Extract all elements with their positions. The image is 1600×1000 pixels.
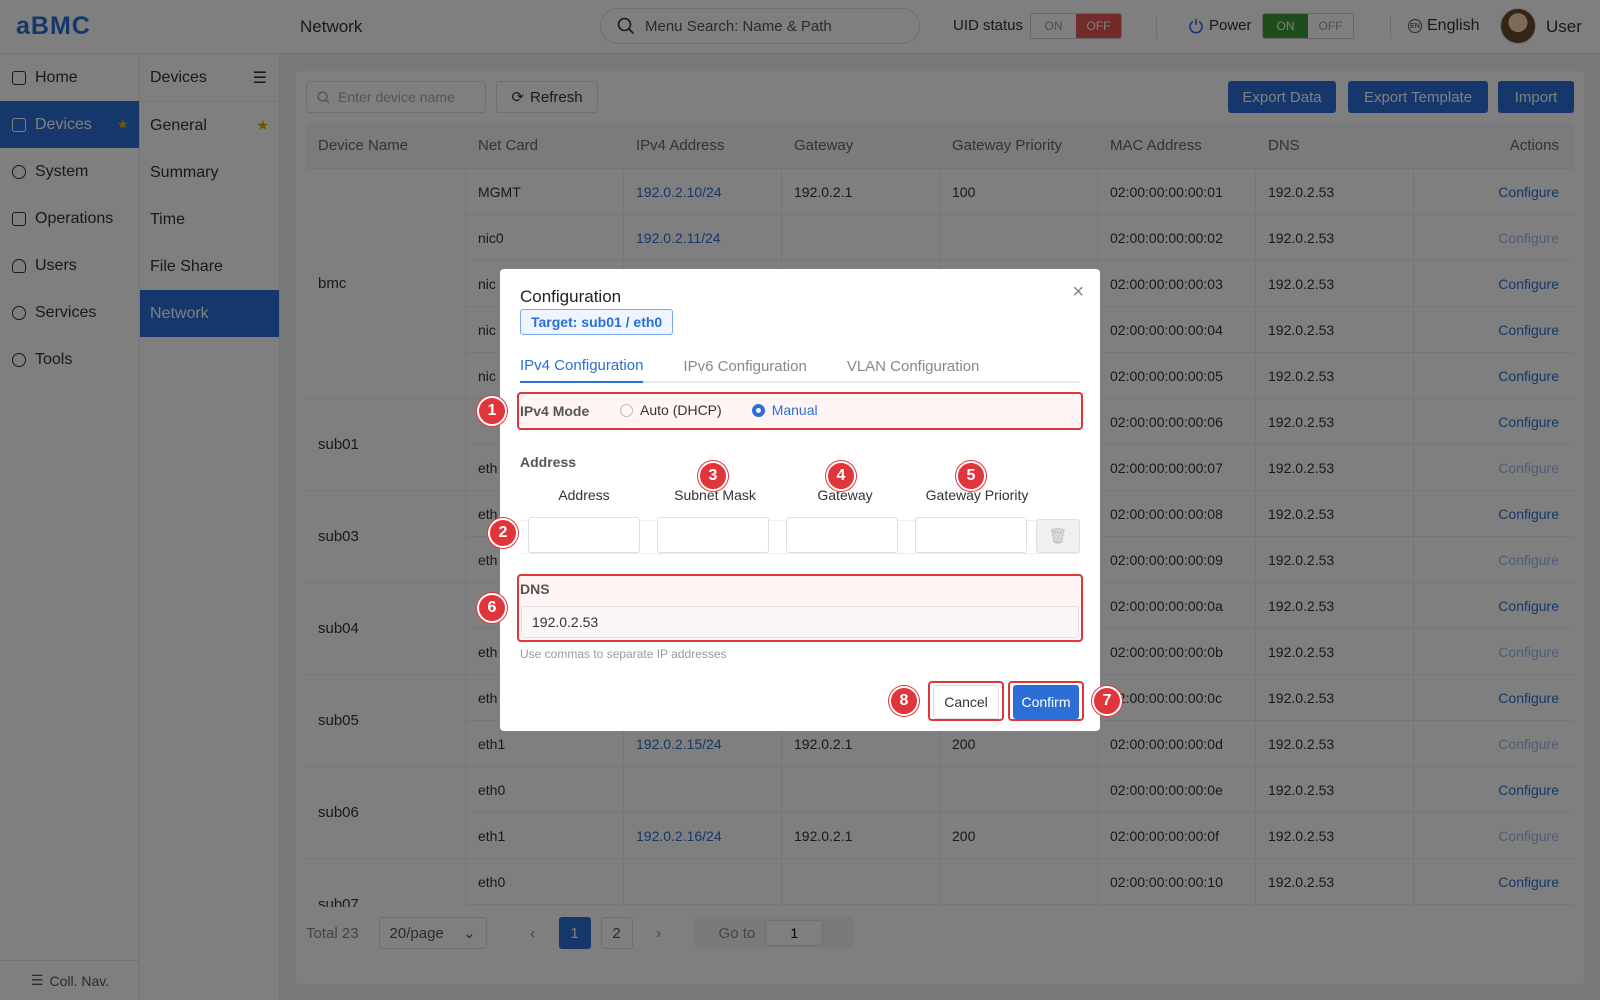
dns-value: 192.0.2.53 <box>532 614 599 630</box>
annotation-badge-8: 8 <box>889 686 919 716</box>
radio-manual-label: Manual <box>771 402 818 418</box>
radio-manual[interactable]: Manual <box>751 402 818 418</box>
tab-ipv4[interactable]: IPv4 Configuration <box>520 349 644 383</box>
address-section-label: Address <box>520 454 577 470</box>
tab-vlan[interactable]: VLAN Configuration <box>847 349 980 383</box>
annotation-badge-1: 1 <box>477 396 507 426</box>
address-column-label: Address <box>558 487 610 503</box>
target-badge: Target: sub01 / eth0 <box>520 309 674 335</box>
configuration-dialog: Configuration × Target: sub01 / eth0 IPv… <box>500 269 1100 731</box>
cancel-button[interactable]: Cancel <box>933 685 999 719</box>
address-input[interactable] <box>528 517 640 553</box>
confirm-button[interactable]: Confirm <box>1013 685 1079 719</box>
annotation-badge-3: 3 <box>698 461 728 491</box>
close-icon[interactable]: × <box>1072 281 1084 304</box>
annotation-badge-5: 5 <box>956 461 986 491</box>
annotation-badge-4: 4 <box>826 461 856 491</box>
dialog-title: Configuration <box>520 287 622 306</box>
radio-auto-label: Auto (DHCP) <box>640 402 722 418</box>
gateway-input[interactable] <box>786 517 898 553</box>
gateway-priority-input[interactable] <box>915 517 1027 553</box>
annotation-badge-6: 6 <box>477 593 507 623</box>
radio-auto-dhcp[interactable]: Auto (DHCP) <box>620 402 722 418</box>
delete-row-button[interactable]: 🗑 <box>1036 519 1080 553</box>
trash-icon: 🗑 <box>1048 528 1068 545</box>
radio-checked-icon <box>751 403 765 417</box>
dns-input[interactable]: 192.0.2.53 <box>521 606 1079 638</box>
radio-unchecked-icon <box>620 403 633 417</box>
tab-ipv6[interactable]: IPv6 Configuration <box>683 349 806 383</box>
dns-hint: Use commas to separate IP addresses <box>520 647 727 661</box>
ipv4-mode-radio-group: Auto (DHCP) Manual <box>620 402 818 418</box>
config-tabs: IPv4 Configuration IPv6 Configuration VL… <box>520 349 1080 383</box>
dns-label: DNS <box>520 581 550 597</box>
annotation-badge-2: 2 <box>488 518 518 548</box>
annotation-badge-7: 7 <box>1092 686 1122 716</box>
ipv4-mode-label: IPv4 Mode <box>520 403 590 419</box>
subnet-mask-input[interactable] <box>657 517 769 553</box>
